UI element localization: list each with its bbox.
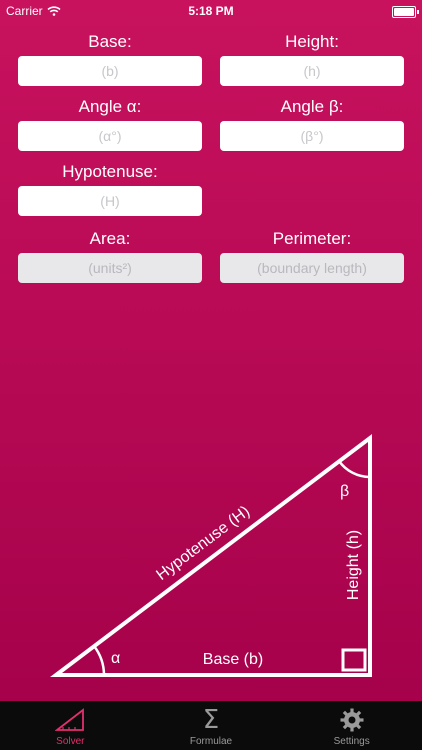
alpha-arc [92, 645, 106, 676]
clock: 5:18 PM [188, 4, 234, 18]
tab-solver[interactable]: Solver [0, 701, 141, 750]
height-input[interactable] [220, 56, 404, 86]
status-bar: Carrier 5:18 PM [0, 0, 422, 22]
angle-beta-label: Angle β: [280, 97, 344, 116]
beta-label: β [340, 483, 349, 500]
gear-icon [340, 708, 364, 732]
base-diagram-label: Base (b) [203, 651, 263, 668]
hypotenuse-diagram-label: Hypotenuse (H) [153, 503, 253, 584]
perimeter-label: Perimeter: [272, 229, 352, 248]
height-label: Height: [285, 32, 339, 51]
area-label: Area: [89, 229, 131, 248]
tab-formulae-label: Formulae [189, 736, 233, 747]
area-output [18, 253, 202, 283]
triangle-diagram: α β Base (b) Height (h) Hypotenuse (H) [50, 433, 372, 677]
angle-alpha-label: Angle α: [78, 97, 142, 116]
tab-formulae[interactable]: Σ Formulae [141, 701, 282, 750]
tab-settings[interactable]: Settings [281, 701, 422, 750]
hypotenuse-input[interactable] [18, 186, 202, 216]
tab-bar: Solver Σ Formulae Settings [0, 701, 422, 750]
height-diagram-label: Height (h) [345, 530, 362, 600]
alpha-label: α [111, 650, 120, 667]
tab-solver-label: Solver [56, 736, 85, 747]
base-label: Base: [88, 32, 132, 51]
hypotenuse-label: Hypotenuse: [62, 162, 158, 181]
perimeter-output [220, 253, 404, 283]
triangle-outline [50, 433, 372, 677]
triangle-ruler-icon [55, 708, 85, 731]
beta-arc [337, 460, 371, 479]
angle-alpha-input[interactable] [18, 121, 202, 151]
angle-beta-input[interactable] [220, 121, 404, 151]
base-input[interactable] [18, 56, 202, 86]
right-angle-marker [341, 648, 367, 672]
sigma-icon: Σ [202, 705, 220, 735]
tab-settings-label: Settings [333, 736, 370, 747]
battery-icon [392, 6, 419, 18]
